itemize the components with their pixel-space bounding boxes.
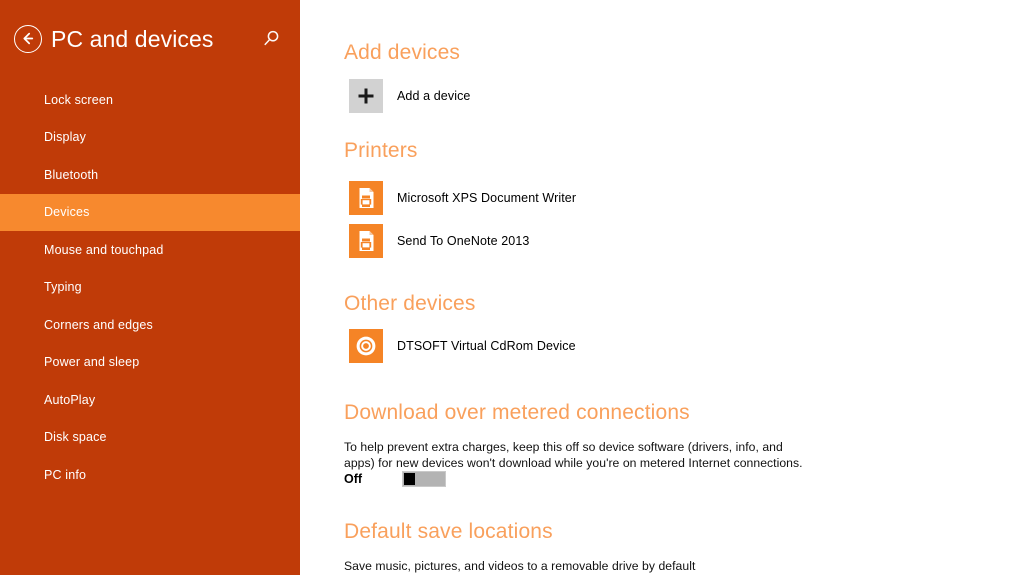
- sidebar-item-disk-space[interactable]: Disk space: [0, 419, 300, 457]
- metered-toggle[interactable]: [402, 471, 446, 487]
- add-devices-heading: Add devices: [344, 41, 461, 64]
- sidebar-item-label: Typing: [44, 280, 82, 295]
- sidebar-item-label: Devices: [44, 205, 90, 220]
- sidebar-header: PC and devices: [0, 0, 300, 78]
- plus-icon: [349, 79, 383, 113]
- sidebar-item-bluetooth[interactable]: Bluetooth: [0, 156, 300, 194]
- sidebar-item-label: Power and sleep: [44, 355, 140, 370]
- printer-row-onenote[interactable]: Send To OneNote 2013: [349, 224, 529, 258]
- other-device-label: DTSOFT Virtual CdRom Device: [397, 339, 576, 353]
- sidebar-item-mouse-and-touchpad[interactable]: Mouse and touchpad: [0, 231, 300, 269]
- settings-app: PC and devices Lock screen Display Bluet…: [0, 0, 1024, 575]
- sidebar-item-corners-and-edges[interactable]: Corners and edges: [0, 306, 300, 344]
- sidebar-item-typing[interactable]: Typing: [0, 269, 300, 307]
- sidebar-item-lock-screen[interactable]: Lock screen: [0, 81, 300, 119]
- sidebar-item-autoplay[interactable]: AutoPlay: [0, 381, 300, 419]
- sidebar-item-label: Disk space: [44, 430, 107, 445]
- sidebar-item-label: PC info: [44, 467, 87, 482]
- metered-heading: Download over metered connections: [344, 401, 690, 424]
- printer-label: Microsoft XPS Document Writer: [397, 191, 577, 205]
- sidebar-item-label: Bluetooth: [44, 167, 99, 182]
- sidebar-item-devices[interactable]: Devices: [0, 193, 300, 231]
- printer-label: Send To OneNote 2013: [397, 234, 530, 248]
- cd-drive-icon: [349, 329, 383, 363]
- sidebar-item-label: Mouse and touchpad: [44, 242, 164, 257]
- printer-icon: [349, 224, 383, 258]
- sidebar-item-power-and-sleep[interactable]: Power and sleep: [0, 344, 300, 382]
- sidebar: PC and devices Lock screen Display Bluet…: [0, 0, 300, 575]
- metered-description: To help prevent extra charges, keep this…: [344, 440, 803, 470]
- metered-toggle-state: Off: [344, 472, 363, 486]
- other-devices-heading: Other devices: [344, 292, 476, 315]
- sidebar-nav: Lock screen Display Bluetooth Devices Mo…: [0, 81, 300, 494]
- default-save-description: Save music, pictures, and videos to a re…: [344, 559, 696, 573]
- printers-heading: Printers: [344, 139, 418, 162]
- page-title: PC and devices: [51, 25, 214, 52]
- sidebar-item-pc-info[interactable]: PC info: [0, 456, 300, 494]
- sidebar-item-label: AutoPlay: [44, 392, 96, 407]
- sidebar-item-display[interactable]: Display: [0, 119, 300, 157]
- other-device-row-cdrom[interactable]: DTSOFT Virtual CdRom Device: [349, 329, 576, 363]
- add-a-device-button[interactable]: Add a device: [349, 79, 470, 113]
- back-arrow-circle-icon[interactable]: [14, 25, 42, 53]
- settings-content: Add devices Add a device Printers Micros: [300, 0, 1024, 575]
- printer-icon: [349, 181, 383, 215]
- sidebar-item-label: Corners and edges: [44, 317, 153, 332]
- printer-row-xps[interactable]: Microsoft XPS Document Writer: [349, 181, 576, 215]
- sidebar-item-label: Display: [44, 130, 87, 145]
- default-save-heading: Default save locations: [344, 520, 553, 543]
- toggle-thumb: [404, 473, 415, 485]
- add-a-device-label: Add a device: [397, 89, 471, 103]
- sidebar-item-label: Lock screen: [44, 92, 114, 107]
- search-icon[interactable]: [260, 28, 282, 50]
- metered-toggle-row: Off: [344, 471, 446, 487]
